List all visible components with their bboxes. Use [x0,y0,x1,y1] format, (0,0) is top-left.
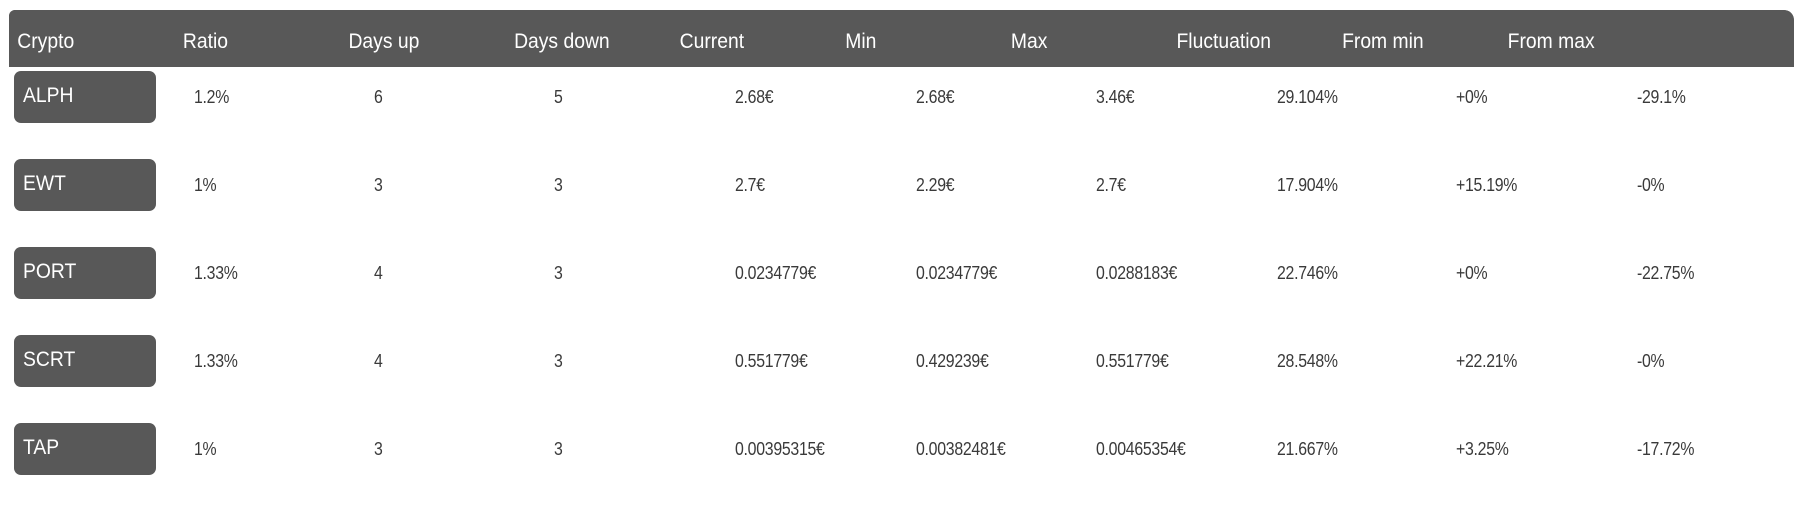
cell-days-down: 3 [554,263,563,283]
column-header-crypto[interactable]: Crypto [9,30,175,54]
cell-days-up: 3 [374,439,383,459]
cell-max: 0.551779€ [1096,351,1169,371]
cell-days-up: 3 [374,175,383,195]
column-header-current[interactable]: Current [671,30,837,54]
cell-current: 0.0234779€ [735,263,817,283]
cell-days-up: 4 [374,263,383,283]
cell-from-max: -0% [1637,351,1665,371]
column-header-from-max[interactable]: From max [1499,30,1665,54]
crypto-symbol: EWT [23,172,66,195]
cell-min: 2.68€ [916,87,955,107]
cell-fluctuation: 22.746% [1277,263,1338,283]
table-row: PORT 1.33% 4 3 0.0234779€ 0.0234779€ 0.0288183… [9,247,1794,307]
cell-current: 0.551779€ [735,351,808,371]
cell-min: 0.429239€ [916,351,989,371]
cell-days-down: 3 [554,439,563,459]
cell-current: 2.7€ [735,175,765,195]
column-header-from-min[interactable]: From min [1334,30,1500,54]
table-header: Crypto Ratio Days up Days down Current M… [9,10,1794,67]
crypto-symbol: ALPH [23,84,74,107]
cell-ratio: 1.33% [194,351,238,371]
cell-current: 0.00395315€ [735,439,825,459]
cell-max: 3.46€ [1096,87,1135,107]
crypto-symbol: TAP [23,436,60,459]
cell-max: 2.7€ [1096,175,1126,195]
cell-ratio: 1% [194,439,217,459]
column-header-min[interactable]: Min [837,30,1003,54]
table-row: EWT 1% 3 3 2.7€ 2.29€ 2.7€ 17.904% +15.19% -0% [9,159,1794,219]
cell-min: 2.29€ [916,175,955,195]
column-header-days-up[interactable]: Days up [340,30,506,54]
cell-max: 0.0288183€ [1096,263,1178,283]
cell-min: 0.0234779€ [916,263,998,283]
column-header-days-down[interactable]: Days down [506,30,672,54]
table-row: TAP 1% 3 3 0.00395315€ 0.00382481€ 0.00465354€… [9,423,1794,483]
cell-from-min: +0% [1456,87,1488,107]
cell-days-down: 3 [554,351,563,371]
cell-days-down: 5 [554,87,563,107]
table-row: SCRT 1.33% 4 3 0.551779€ 0.429239€ 0.551779€ 28… [9,335,1794,395]
crypto-button[interactable]: ALPH [14,71,156,123]
crypto-symbol: PORT [23,260,77,283]
header-row: Crypto Ratio Days up Days down Current M… [9,10,1794,67]
cell-from-max: -17.72% [1637,439,1695,459]
crypto-button[interactable]: EWT [14,159,156,211]
crypto-table: Crypto Ratio Days up Days down Current M… [9,10,1794,475]
column-header-ratio[interactable]: Ratio [175,30,341,54]
cell-from-min: +3.25% [1456,439,1509,459]
cell-current: 2.68€ [735,87,774,107]
cell-from-min: +15.19% [1456,175,1518,195]
table-row: ALPH 1.2% 6 5 2.68€ 2.68€ 3.46€ 29.104% +0% -29.1… [9,71,1794,131]
cell-ratio: 1.2% [194,87,230,107]
cell-from-max: -22.75% [1637,263,1695,283]
cell-from-min: +22.21% [1456,351,1518,371]
cell-ratio: 1% [194,175,217,195]
cell-from-min: +0% [1456,263,1488,283]
column-header-fluctuation[interactable]: Fluctuation [1168,30,1334,54]
cell-fluctuation: 17.904% [1277,175,1338,195]
cell-fluctuation: 28.548% [1277,351,1338,371]
cell-max: 0.00465354€ [1096,439,1186,459]
cell-min: 0.00382481€ [916,439,1006,459]
crypto-button[interactable]: PORT [14,247,156,299]
cell-days-up: 6 [374,87,383,107]
crypto-button[interactable]: SCRT [14,335,156,387]
cell-from-max: -29.1% [1637,87,1686,107]
cell-from-max: -0% [1637,175,1665,195]
column-header-max[interactable]: Max [1003,30,1169,54]
crypto-symbol: SCRT [23,348,76,371]
crypto-button[interactable]: TAP [14,423,156,475]
cell-fluctuation: 29.104% [1277,87,1338,107]
cell-fluctuation: 21.667% [1277,439,1338,459]
cell-days-up: 4 [374,351,383,371]
cell-days-down: 3 [554,175,563,195]
cell-ratio: 1.33% [194,263,238,283]
